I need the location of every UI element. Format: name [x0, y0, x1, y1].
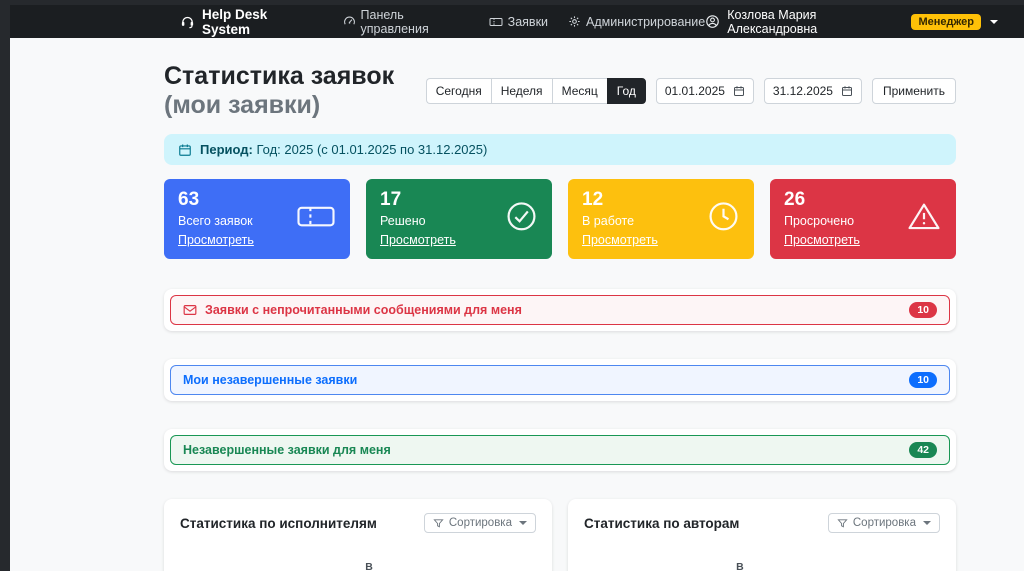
stat-card-overdue: 26 Просрочено Просмотреть [770, 179, 956, 259]
page-title: Статистика заявок (мои заявки) [164, 62, 426, 120]
nav-item-label: Заявки [507, 14, 549, 29]
exclamation-triangle-icon [906, 200, 942, 233]
clock-icon [707, 200, 740, 233]
panel-label: Заявки с непрочитанными сообщениями для … [205, 303, 522, 317]
count-badge: 10 [909, 302, 937, 318]
panel-my-open-tickets-toggle[interactable]: Мои незавершенные заявки 10 [170, 365, 950, 395]
date-to-value: 31.12.2025 [772, 84, 833, 98]
panel-my-open-tickets-card: Мои незавершенные заявки 10 [164, 359, 956, 401]
nav-item-admin[interactable]: Администрирование [568, 15, 705, 29]
chevron-down-icon [990, 19, 998, 24]
executors-stats-card: Статистика по исполнителям Сортировка В [164, 499, 605, 571]
view-link[interactable]: Просмотреть [582, 233, 658, 247]
period-controls: Сегодня Неделя Месяц Год 01.01.2025 31.1… [425, 78, 956, 104]
panel-open-tickets-for-me-card: Незавершенные заявки для меня 42 [164, 429, 956, 471]
panel-unread-messages-card: Заявки с непрочитанными сообщениями для … [164, 289, 956, 331]
view-link[interactable]: Просмотреть [380, 233, 456, 247]
envelope-icon [183, 304, 197, 316]
stat-card-resolved: 17 Решено Просмотреть [366, 179, 552, 259]
column-header: АКТИВНОСТЬ [859, 557, 940, 571]
nav-item-label: Панель управления [360, 7, 429, 36]
gear-icon [568, 15, 581, 28]
brand-label: Help Desk System [202, 6, 268, 37]
nav-item-dashboard[interactable]: Панель управления [343, 8, 469, 36]
column-header: В РАБОТЕ [736, 557, 786, 571]
main-area: Статистика заявок (мои заявки) Сегодня Н… [10, 38, 1024, 571]
stat-card-in-progress: 12 В работе Просмотреть [568, 179, 754, 259]
column-header: РЕШЕНО [311, 557, 366, 571]
page-header: Статистика заявок (мои заявки) Сегодня Н… [164, 62, 956, 120]
panel-label: Мои незавершенные заявки [183, 373, 358, 387]
authors-stats-card: Статистика по авторам Сортировка В [568, 499, 956, 571]
headset-icon [180, 14, 195, 29]
sort-dropdown[interactable]: Сортировка [423, 513, 536, 533]
sort-label: Сортировка [448, 517, 512, 529]
user-name: Козлова Мария Александровна [727, 7, 818, 36]
user-menu[interactable]: Козлова Мария Александровна Менеджер [705, 8, 998, 36]
count-badge: 42 [909, 442, 937, 458]
nav-item-label: Администрирование [586, 14, 706, 29]
ticket-icon [489, 16, 503, 28]
top-navbar: Help Desk System Панель управления Заявк… [10, 5, 1024, 38]
period-year-button[interactable]: Год [606, 78, 646, 104]
column-header: ИСПОЛНИТЕЛЬ [180, 557, 270, 571]
column-header: АВТОР [584, 557, 641, 571]
panel-unread-messages-toggle[interactable]: Заявки с непрочитанными сообщениями для … [170, 295, 950, 325]
check-circle-icon [505, 200, 538, 233]
table-title: Статистика по авторам [584, 515, 740, 531]
nav-links: Панель управления Заявки Администрирован… [343, 8, 705, 36]
statistics-tables: Статистика по исполнителям Сортировка В … [164, 499, 956, 571]
period-today-button[interactable]: Сегодня [425, 78, 491, 104]
period-alert-text: Период: Год: 2025 (с 01.01.2025 по 31.12… [200, 142, 487, 157]
calendar-icon[interactable] [733, 85, 745, 97]
sort-dropdown[interactable]: Сортировка [827, 513, 940, 533]
executors-table: ИСПОЛНИТЕЛЬ ВСЕГО РЕШЕНО В РАБОТЕ ПРОСРО… [180, 557, 605, 571]
table-title: Статистика по исполнителям [180, 515, 377, 531]
view-link[interactable]: Просмотреть [784, 233, 860, 247]
apply-button[interactable]: Применить [871, 78, 956, 104]
nav-item-tickets[interactable]: Заявки [489, 15, 548, 29]
period-week-button[interactable]: Неделя [490, 78, 552, 104]
calendar-icon[interactable] [841, 85, 853, 97]
page-title-text: Статистика заявок [164, 62, 395, 90]
chevron-down-icon [519, 521, 527, 525]
period-alert-label: Период: [200, 142, 253, 157]
column-header: ВСЕГО [269, 557, 312, 571]
funnel-icon [433, 518, 444, 529]
period-alert-value: Год: 2025 (с 01.01.2025 по 31.12.2025) [256, 142, 488, 157]
date-from-value: 01.01.2025 [664, 84, 725, 98]
stat-cards: 63 Всего заявок Просмотреть 17 Решено Пр… [164, 179, 956, 259]
app-window: Help Desk System Панель управления Заявк… [0, 0, 1024, 571]
role-badge: Менеджер [911, 13, 981, 30]
ticket-icon [296, 202, 336, 232]
date-from-input[interactable]: 01.01.2025 [655, 78, 754, 104]
period-button-group: Сегодня Неделя Месяц Год [425, 78, 646, 104]
column-header: РЕШЕНО [682, 557, 737, 571]
period-month-button[interactable]: Месяц [551, 78, 607, 104]
column-header: В РАБОТЕ [365, 557, 415, 571]
speedometer-icon [343, 15, 356, 28]
panel-open-tickets-for-me-toggle[interactable]: Незавершенные заявки для меня 42 [170, 435, 950, 465]
authors-table: АВТОР ВСЕГО РЕШЕНО В РАБОТЕ ЧЕРНОВИКИ АК… [584, 557, 940, 571]
funnel-icon [837, 518, 848, 529]
page-subtitle: (мои заявки) [164, 91, 321, 119]
panel-label: Незавершенные заявки для меня [183, 443, 391, 457]
column-header: ПРОСРОЧЕНО [414, 557, 498, 571]
count-badge: 10 [909, 372, 937, 388]
person-circle-icon [705, 14, 720, 29]
stat-card-total: 63 Всего заявок Просмотреть [164, 179, 350, 259]
chevron-down-icon [923, 521, 931, 525]
calendar-icon [178, 143, 192, 157]
brand[interactable]: Help Desk System [180, 7, 317, 37]
view-link[interactable]: Просмотреть [178, 233, 254, 247]
period-alert: Период: Год: 2025 (с 01.01.2025 по 31.12… [164, 134, 956, 165]
column-header: ЧЕРНОВИКИ [785, 557, 860, 571]
column-header: ВСЕГО [640, 557, 683, 571]
sort-label: Сортировка [852, 517, 916, 529]
date-to-input[interactable]: 31.12.2025 [763, 78, 862, 104]
